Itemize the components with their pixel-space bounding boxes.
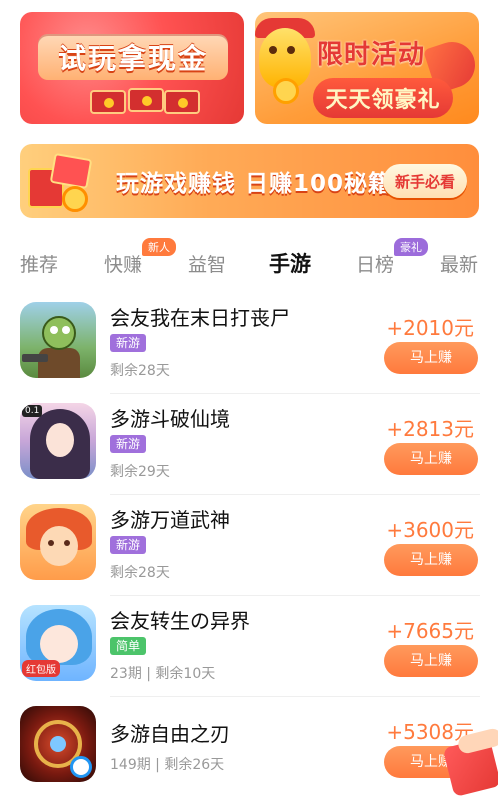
category-tabs: 推荐 快赚 新人 益智 手游 日榜 豪礼 最新 — [0, 238, 498, 288]
tab-quick-earn[interactable]: 快赚 — [104, 250, 142, 277]
gift-badge: 豪礼 — [394, 238, 428, 256]
coin-icon — [273, 78, 299, 104]
list-item[interactable]: 多游自由之刃 149期 | 剩余26天 +5308元 马上赚 — [0, 696, 498, 798]
red-packet-version-label: 红包版 — [22, 660, 60, 677]
list-item[interactable]: 红包版 会友转生の异界 简单 23期 | 剩余10天 +7665元 马上赚 — [0, 595, 498, 697]
gift-box-icon — [28, 152, 93, 212]
list-item[interactable]: 0.1 多游斗破仙境 新游 剩余29天 +2813元 马上赚 — [0, 393, 498, 495]
game-tag: 新游 — [110, 435, 147, 453]
zombie-game-icon — [20, 302, 96, 378]
list-item[interactable]: 多游万道武神 新游 剩余28天 +3600元 马上赚 — [0, 494, 498, 596]
game-tag: 新游 — [110, 536, 147, 554]
game-reward: +7665元 — [386, 619, 474, 643]
list-item[interactable]: 会友我在末日打丧尸 新游 剩余28天 +2010元 马上赚 — [0, 292, 498, 394]
floating-red-packet-icon[interactable] — [442, 726, 498, 798]
game-tag: 新游 — [110, 334, 147, 352]
blade-game-icon — [20, 706, 96, 782]
anime-game-icon: 红包版 — [20, 605, 96, 681]
earn-now-button[interactable]: 马上赚 — [384, 544, 478, 576]
game-name: 多游自由之刃 — [110, 722, 230, 746]
guide-banner-text: 玩游戏赚钱 日赚100秘籍 — [116, 171, 393, 197]
game-reward: +3600元 — [386, 518, 474, 542]
earn-now-button[interactable]: 马上赚 — [384, 443, 478, 475]
limited-event-subtitle-pill: 天天领豪礼 — [313, 78, 453, 118]
fairy-icon-badge: 0.1 — [22, 405, 43, 417]
tab-recommend[interactable]: 推荐 — [20, 250, 58, 277]
limited-event-banner[interactable]: 限时活动 天天领豪礼 — [255, 12, 479, 124]
game-meta: 23期 | 剩余10天 — [110, 666, 216, 682]
guide-banner[interactable]: 玩游戏赚钱 日赚100秘籍 新手必看 — [20, 144, 479, 218]
trial-cash-title-pill: 试玩拿现金 — [38, 34, 228, 80]
limited-event-title: 限时活动 — [317, 40, 426, 70]
warrior-game-icon — [20, 504, 96, 580]
earn-now-button[interactable]: 马上赚 — [384, 645, 478, 677]
game-name: 会友我在末日打丧尸 — [110, 306, 290, 330]
game-meta: 149期 | 剩余26天 — [110, 757, 225, 773]
page: 试玩拿现金 限时活动 天天领豪礼 玩游戏赚钱 日赚100秘籍 新手必看 推荐 快 — [0, 0, 498, 799]
game-meta: 剩余28天 — [110, 363, 170, 379]
tab-daily-rank[interactable]: 日榜 — [356, 250, 394, 277]
trial-cash-banner[interactable]: 试玩拿现金 — [20, 12, 244, 124]
game-reward: +2010元 — [386, 316, 474, 340]
newbie-guide-button-label: 新手必看 — [394, 172, 455, 191]
tab-puzzle[interactable]: 益智 — [188, 250, 226, 277]
game-name: 多游万道武神 — [110, 508, 230, 532]
tab-latest[interactable]: 最新 — [440, 250, 478, 277]
new-user-badge: 新人 — [142, 238, 176, 256]
red-envelope-icon — [90, 88, 200, 114]
newbie-guide-button[interactable]: 新手必看 — [383, 164, 467, 198]
game-reward: +2813元 — [386, 417, 474, 441]
game-name: 多游斗破仙境 — [110, 407, 230, 431]
game-tag: 简单 — [110, 637, 147, 655]
fairy-game-icon: 0.1 — [20, 403, 96, 479]
limited-event-subtitle: 天天领豪礼 — [325, 88, 441, 113]
game-meta: 剩余29天 — [110, 464, 170, 480]
earn-now-button[interactable]: 马上赚 — [384, 342, 478, 374]
trial-cash-title: 试玩拿现金 — [57, 42, 208, 75]
game-name: 会友转生の异界 — [110, 609, 250, 633]
tab-mobile-games[interactable]: 手游 — [269, 248, 311, 278]
game-meta: 剩余28天 — [110, 565, 170, 581]
